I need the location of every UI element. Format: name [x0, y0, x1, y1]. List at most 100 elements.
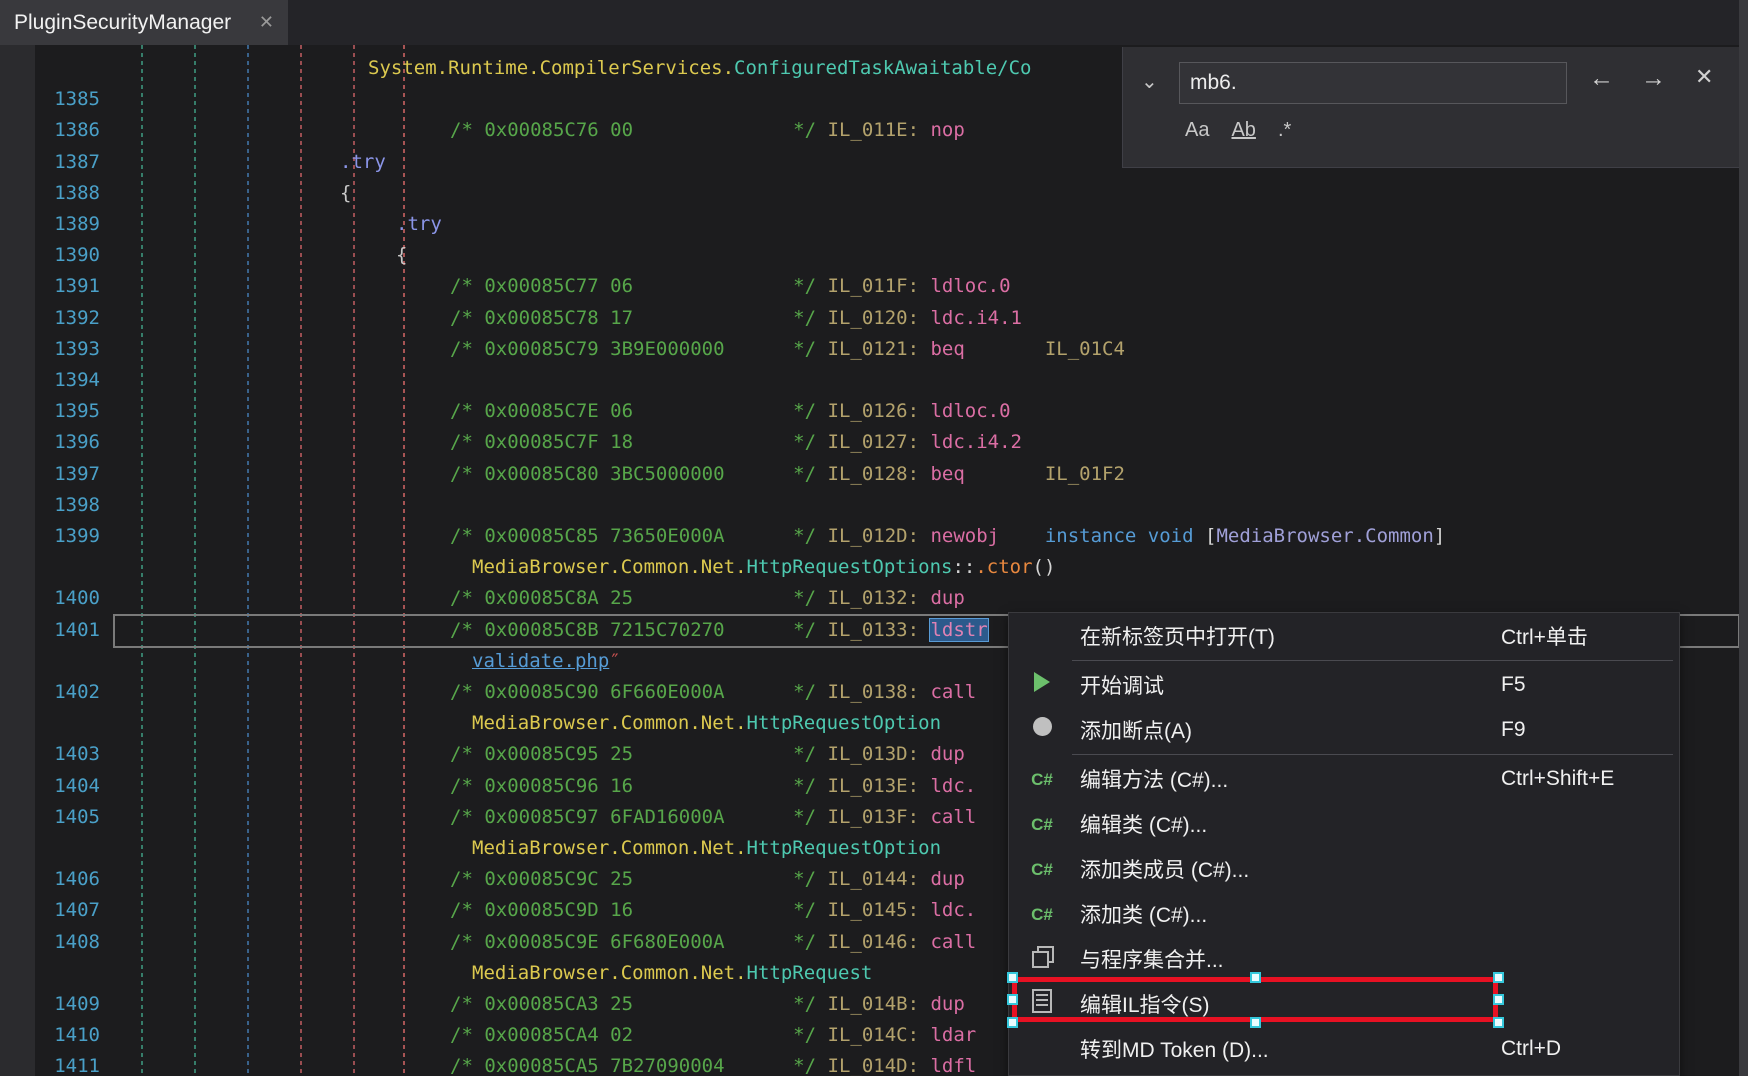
code-token: dup — [930, 993, 964, 1015]
menu-item-add-breakpoint[interactable]: 添加断点(A)F9 — [1009, 707, 1679, 752]
code-token: IL_013F: — [828, 806, 931, 828]
code-token: ldar — [930, 1024, 976, 1046]
code-line[interactable]: 1398 — [0, 492, 1748, 523]
code-token: .try — [396, 213, 442, 235]
code-line[interactable]: 1396/* 0x00085C7F 18 */ IL_0127: ldc.i4.… — [0, 429, 1748, 460]
code-line[interactable]: 1394 — [0, 367, 1748, 398]
code-text: /* 0x00085C76 00 */ IL_011E: nop — [450, 119, 965, 141]
code-text: /* 0x00085C85 73650E000A */ IL_012D: new… — [450, 525, 1445, 547]
code-token: ldfl — [930, 1055, 976, 1076]
code-line[interactable]: 1390{ — [0, 242, 1748, 273]
code-line[interactable]: 1399/* 0x00085C85 73650E000A */ IL_012D:… — [0, 523, 1748, 554]
menu-item-edit-class-csharp[interactable]: C#编辑类 (C#)... — [1009, 801, 1679, 846]
csharp-icon: C# — [1027, 857, 1057, 881]
code-token: IL_0138: — [828, 681, 931, 703]
code-token: HttpRequestOption — [747, 712, 941, 734]
code-text: /* 0x00085C95 25 */ IL_013D: dup — [450, 743, 965, 765]
tab-title: PluginSecurityManager — [14, 11, 231, 35]
code-token: /* 0x00085C95 25 */ — [450, 743, 828, 765]
menu-item-label: 添加类成员 (C#)... — [1080, 854, 1249, 884]
code-text: /* 0x00085CA5 7B27090004 */ IL_014D: ldf… — [450, 1055, 976, 1076]
menu-item-label: 与程序集合并... — [1080, 944, 1224, 974]
code-token: ldloc.0 — [930, 400, 1010, 422]
menu-item-label: 添加断点(A) — [1080, 715, 1192, 745]
code-token: IL_013E: — [828, 775, 931, 797]
annotation-handle — [1493, 972, 1504, 983]
code-token: System.Runtime.CompilerServices. — [368, 57, 734, 79]
code-line[interactable]: 1395/* 0x00085C7E 06 */ IL_0126: ldloc.0 — [0, 398, 1748, 429]
code-token: IL_014C: — [828, 1024, 931, 1046]
code-token: ldc. — [930, 775, 976, 797]
tab-pluginsecuritymanager[interactable]: PluginSecurityManager ✕ — [0, 0, 288, 45]
annotation-handle — [1007, 994, 1018, 1005]
code-text: /* 0x00085C7F 18 */ IL_0127: ldc.i4.2 — [450, 431, 1022, 453]
menu-item-add-class-member-csharp[interactable]: C# 添加类成员 (C#)... — [1009, 846, 1679, 891]
find-previous-button[interactable]: ← — [1589, 64, 1614, 93]
menu-item-edit-method-csharp[interactable]: C#编辑方法 (C#)...Ctrl+Shift+E — [1009, 756, 1679, 801]
code-line[interactable]: 1393/* 0x00085C79 3B9E000000 */ IL_0121:… — [0, 336, 1748, 367]
code-token: IL_01C4 — [1045, 338, 1125, 360]
tab-close-icon[interactable]: ✕ — [259, 12, 274, 33]
find-next-button[interactable]: → — [1641, 64, 1666, 93]
whole-word-toggle[interactable]: Ab — [1231, 119, 1255, 142]
code-token: IL_0145: — [828, 899, 931, 921]
code-text: /* 0x00085C9E 6F680E000A */ IL_0146: cal… — [450, 931, 976, 953]
code-token: /* 0x00085C9C 25 */ — [450, 868, 828, 890]
regex-toggle[interactable]: .* — [1278, 119, 1291, 142]
line-number: 1387 — [28, 151, 100, 173]
tab-bar: PluginSecurityManager ✕ — [0, 0, 1748, 45]
code-token: /* 0x00085C76 00 */ — [450, 119, 828, 141]
menu-item-merge-with-assembly[interactable]: 与程序集合并... — [1009, 936, 1679, 981]
code-text: MediaBrowser.Common.Net.HttpRequestOptio… — [472, 556, 1055, 578]
code-token: beq — [930, 463, 1044, 485]
code-token: MediaBrowser.Common.Net. — [472, 837, 747, 859]
code-text: /* 0x00085C96 16 */ IL_013E: ldc. — [450, 775, 976, 797]
code-token: /* 0x00085C78 17 */ — [450, 307, 828, 329]
code-token: IL_011E: — [828, 119, 931, 141]
code-line[interactable]: 1389.try — [0, 211, 1748, 242]
code-text: /* 0x00085C7E 06 */ IL_0126: ldloc.0 — [450, 400, 1011, 422]
selected-opcode: ldstr — [930, 619, 987, 641]
menu-item-start-debugging[interactable]: 开始调试F5 — [1009, 662, 1679, 707]
chevron-down-icon[interactable]: ⌄ — [1141, 69, 1158, 94]
menu-item-goto-md-token[interactable]: 转到MD Token (D)...Ctrl+D — [1009, 1026, 1679, 1071]
code-line[interactable]: 1397/* 0x00085C80 3BC5000000 */ IL_0128:… — [0, 461, 1748, 492]
line-number: 1401 — [28, 619, 100, 641]
code-token: validate.php — [472, 650, 609, 672]
search-input[interactable] — [1179, 62, 1567, 104]
menu-item-shortcut: Ctrl+Shift+E — [1501, 767, 1614, 791]
merge-assembly-icon — [1027, 946, 1057, 972]
search-close-icon[interactable]: ✕ — [1695, 64, 1713, 90]
code-token: IL_014B: — [828, 993, 931, 1015]
code-text: MediaBrowser.Common.Net.HttpRequest — [472, 962, 872, 984]
code-text: .try — [340, 151, 386, 173]
line-number: 1393 — [28, 338, 100, 360]
code-line[interactable]: 1392/* 0x00085C78 17 */ IL_0120: ldc.i4.… — [0, 305, 1748, 336]
line-number: 1411 — [28, 1055, 100, 1076]
code-text: /* 0x00085C80 3BC5000000 */ IL_0128: beq… — [450, 463, 1125, 485]
menu-item-add-class-csharp[interactable]: C#添加类 (C#)... — [1009, 891, 1679, 936]
csharp-icon: C# — [1027, 812, 1057, 836]
code-token: IL_0121: — [828, 338, 931, 360]
code-token: /* 0x00085C7F 18 */ — [450, 431, 828, 453]
menu-item-open-in-new-tab[interactable]: 在新标签页中打开(T)Ctrl+单击 — [1009, 613, 1679, 658]
vertical-scrollbar[interactable] — [1739, 0, 1748, 1076]
code-token: { — [340, 182, 351, 204]
code-line[interactable]: MediaBrowser.Common.Net.HttpRequestOptio… — [0, 554, 1748, 585]
code-token: /* 0x00085C8B 7215C70270 */ — [450, 619, 828, 641]
match-case-toggle[interactable]: Aa — [1185, 119, 1209, 142]
code-text: MediaBrowser.Common.Net.HttpRequestOptio… — [472, 837, 941, 859]
code-token: dup — [930, 868, 964, 890]
annotation-handle — [1250, 972, 1261, 983]
line-number: 1404 — [28, 775, 100, 797]
menu-item-label: 开始调试 — [1080, 670, 1164, 700]
code-token: /* 0x00085C90 6F660E000A */ — [450, 681, 828, 703]
red-annotation-rectangle — [1012, 977, 1498, 1022]
code-token: /* 0x00085C9E 6F680E000A */ — [450, 931, 828, 953]
line-number: 1400 — [28, 587, 100, 609]
code-text: /* 0x00085CA4 02 */ IL_014C: ldar — [450, 1024, 976, 1046]
line-number: 1406 — [28, 868, 100, 890]
code-line[interactable]: 1391/* 0x00085C77 06 */ IL_011F: ldloc.0 — [0, 273, 1748, 304]
line-number: 1390 — [28, 244, 100, 266]
code-line[interactable]: 1388{ — [0, 180, 1748, 211]
